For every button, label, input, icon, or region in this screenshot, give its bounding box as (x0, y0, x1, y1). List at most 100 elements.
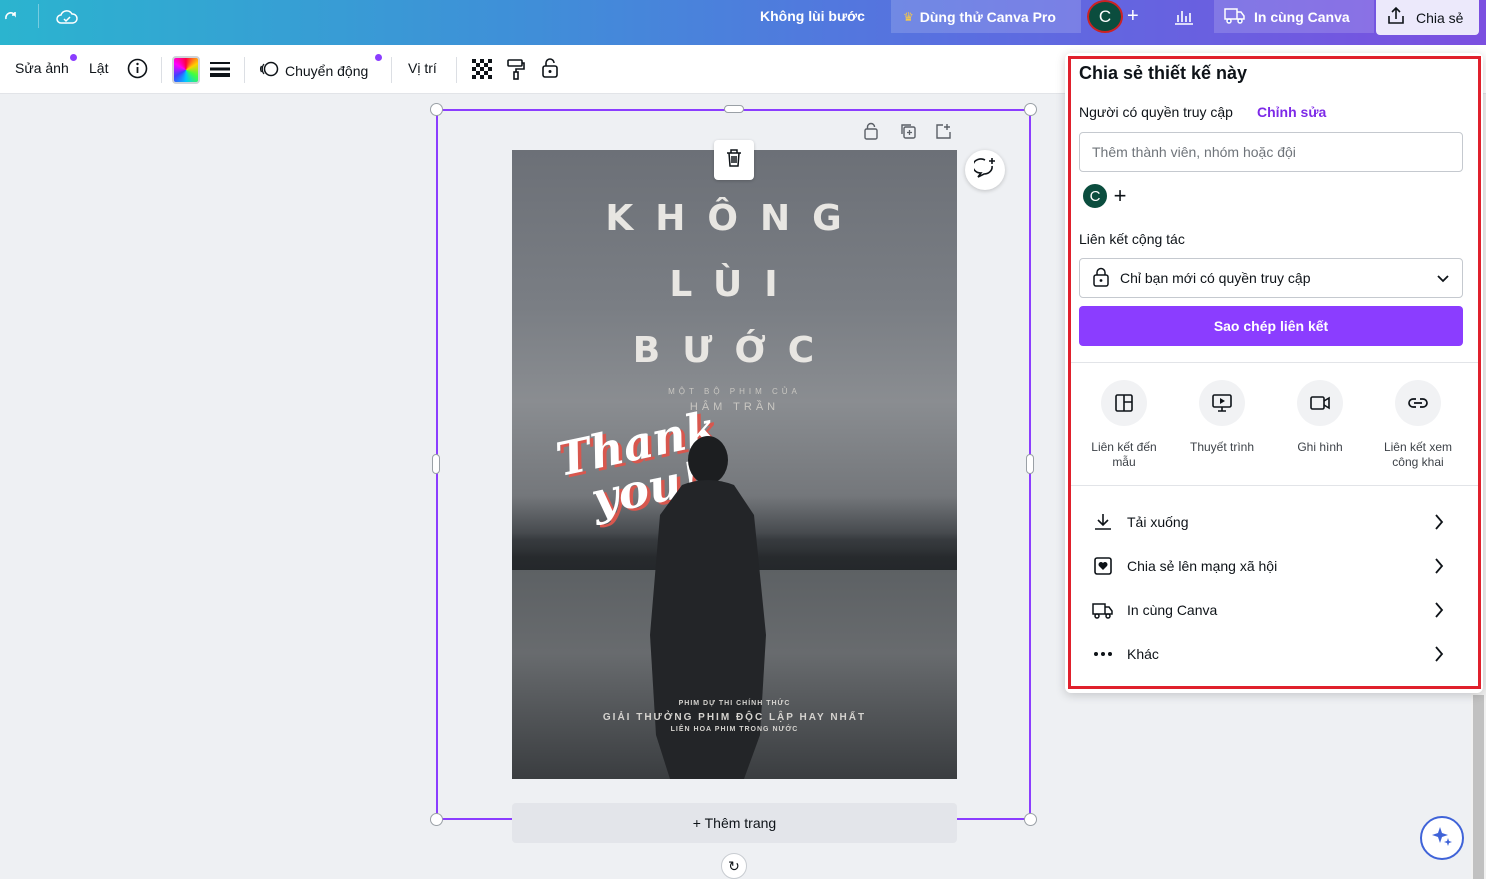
present-option[interactable]: Thuyết trình (1172, 380, 1272, 455)
row-label: Tải xuống (1127, 514, 1189, 530)
download-row[interactable]: Tải xuống (1090, 502, 1450, 542)
resize-handle-left[interactable] (432, 454, 440, 474)
page-add-icon[interactable] (935, 122, 953, 145)
page-lock-icon[interactable] (863, 122, 879, 145)
animate-label: Chuyển động (285, 62, 369, 79)
try-pro-label: Dùng thử Canva Pro (919, 8, 1056, 25)
position-button[interactable]: Vị trí (408, 60, 437, 76)
row-label: Chia sẻ lên mạng xã hội (1127, 558, 1278, 574)
add-icon[interactable]: + (1127, 5, 1139, 28)
invite-members-input[interactable] (1079, 132, 1463, 172)
more-row[interactable]: Khác (1090, 634, 1450, 674)
paint-roller-icon[interactable] (506, 58, 526, 80)
animate-button[interactable]: Chuyển động (259, 60, 368, 81)
try-pro-button[interactable]: ♛ Dùng thử Canva Pro (891, 0, 1081, 33)
social-heart-icon (1090, 556, 1116, 576)
present-icon (1199, 380, 1245, 426)
crown-icon: ♛ (903, 9, 914, 24)
print-row[interactable]: In cùng Canva (1090, 590, 1450, 630)
chevron-right-icon (1434, 602, 1444, 621)
add-comment-button[interactable] (965, 150, 1005, 190)
copy-link-button[interactable]: Sao chép liên kết (1079, 306, 1463, 346)
option-label: Liên kết xem công khai (1384, 440, 1452, 470)
resize-handle-bottom-left[interactable] (430, 813, 443, 826)
topbar-divider (38, 4, 39, 28)
toolbar-divider (244, 57, 245, 83)
option-label: Ghi hình (1297, 440, 1342, 455)
link-to-template-option[interactable]: Liên kết đến mẫu (1074, 380, 1174, 470)
flip-button[interactable]: Lật (89, 60, 108, 76)
resize-handle-top[interactable] (724, 105, 744, 113)
animate-icon (259, 60, 279, 81)
top-bar: Không lùi bước ♛ Dùng thử Canva Pro C + … (0, 0, 1486, 45)
magic-assistant-button[interactable] (1420, 816, 1464, 860)
edit-photo-button[interactable]: Sửa ảnh (15, 60, 69, 76)
share-button[interactable]: Chia sẻ (1376, 0, 1479, 35)
option-label-line: Liên kết đến (1091, 440, 1157, 454)
scrollbar-thumb[interactable] (1473, 695, 1484, 879)
more-icon (1090, 651, 1116, 657)
transparency-icon[interactable] (472, 59, 492, 79)
link-icon (1395, 380, 1441, 426)
share-upload-icon (1386, 6, 1406, 29)
trash-icon (725, 148, 743, 173)
option-label: Thuyết trình (1190, 440, 1254, 455)
comment-add-icon (972, 157, 996, 184)
member-avatar[interactable]: C (1081, 182, 1109, 210)
chart-icon[interactable] (1173, 6, 1195, 31)
chevron-right-icon (1434, 558, 1444, 577)
line-weight-icon[interactable] (209, 60, 231, 78)
social-share-row[interactable]: Chia sẻ lên mạng xã hội (1090, 546, 1450, 586)
info-icon[interactable] (127, 58, 148, 79)
record-option[interactable]: Ghi hình (1270, 380, 1370, 455)
resize-handle-top-right[interactable] (1024, 103, 1037, 116)
print-with-canva-button[interactable]: In cùng Canva (1214, 0, 1374, 33)
option-label-line: Thuyết trình (1189, 440, 1255, 454)
chevron-right-icon (1434, 514, 1444, 533)
new-feature-dot (375, 54, 382, 61)
public-view-link-option[interactable]: Liên kết xem công khai (1368, 380, 1468, 470)
print-label: In cùng Canva (1254, 8, 1350, 25)
link-access-select[interactable]: Chỉ bạn mới có quyền truy cập (1079, 258, 1463, 298)
lock-icon[interactable] (540, 57, 560, 79)
access-label: Người có quyền truy cập (1079, 104, 1233, 120)
template-icon (1101, 380, 1147, 426)
document-title[interactable]: Không lùi bước (760, 8, 865, 24)
resize-handle-right[interactable] (1026, 454, 1034, 474)
new-feature-dot (70, 54, 77, 61)
share-label: Chia sẻ (1416, 9, 1464, 26)
resize-handle-top-left[interactable] (430, 103, 443, 116)
resize-handle-bottom-right[interactable] (1024, 813, 1037, 826)
add-member-icon[interactable]: + (1107, 182, 1133, 210)
panel-divider (1068, 485, 1478, 486)
toolbar-divider (161, 57, 162, 83)
toolbar-divider (456, 57, 457, 83)
edit-access-link[interactable]: Chỉnh sửa (1257, 104, 1326, 120)
option-label-line: Ghi hình (1297, 440, 1343, 454)
chevron-down-icon (1436, 271, 1450, 288)
selection-frame (436, 109, 1031, 820)
user-avatar[interactable]: C (1087, 0, 1123, 33)
toolbar-divider (391, 57, 392, 83)
row-label: Khác (1127, 646, 1159, 662)
row-label: In cùng Canva (1127, 602, 1218, 618)
delete-button[interactable] (714, 140, 754, 180)
sparkle-icon (1431, 825, 1453, 852)
rotate-icon[interactable]: ↻ (721, 853, 747, 879)
download-icon (1090, 512, 1116, 532)
truck-icon (1224, 6, 1246, 27)
option-label: Liên kết đến mẫu (1091, 440, 1156, 470)
option-label-line: Liên kết xem (1383, 440, 1453, 454)
add-page-button[interactable]: + Thêm trang (512, 803, 957, 843)
link-access-value: Chỉ bạn mới có quyền truy cập (1120, 270, 1311, 286)
chevron-right-icon (1434, 646, 1444, 665)
record-icon (1297, 380, 1343, 426)
option-label-line: mẫu (1112, 455, 1136, 469)
redo-icon[interactable] (0, 6, 22, 28)
color-picker-swatch[interactable] (172, 56, 200, 84)
lock-icon (1092, 267, 1110, 290)
page-duplicate-icon[interactable] (899, 122, 917, 145)
share-panel-title: Chia sẻ thiết kế này (1079, 63, 1248, 83)
panel-divider (1068, 362, 1478, 363)
cloud-sync-icon[interactable] (55, 6, 79, 28)
